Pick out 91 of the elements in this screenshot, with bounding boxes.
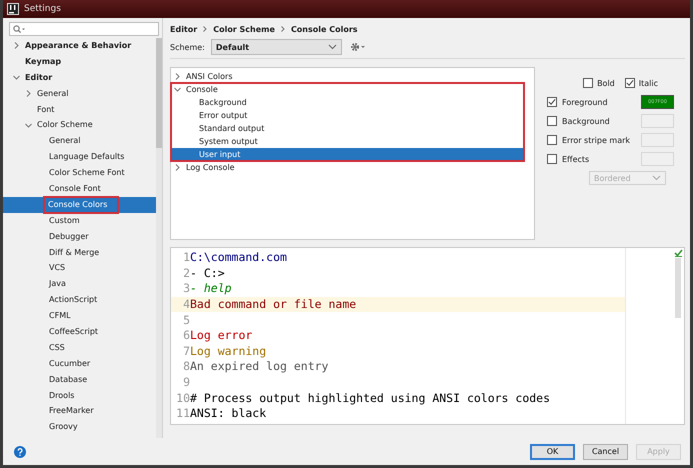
app-icon xyxy=(7,3,19,15)
code-line: Bad command or file name xyxy=(190,297,356,312)
sidebar-item[interactable]: Appearance & Behavior xyxy=(3,38,156,54)
tree-item[interactable]: Error output xyxy=(171,109,524,122)
checkbox[interactable] xyxy=(583,78,594,88)
search-icon xyxy=(13,24,25,34)
line-number: 11 xyxy=(175,406,190,422)
sidebar-item[interactable]: Language Defaults xyxy=(3,149,156,166)
gear-icon[interactable] xyxy=(350,42,366,52)
tree-item[interactable]: ANSI Colors xyxy=(171,70,534,83)
line-number: 6 xyxy=(182,328,190,344)
tree-item[interactable]: System output xyxy=(171,135,524,148)
tree-item[interactable]: Standard output xyxy=(171,122,524,135)
line-number: 1 xyxy=(182,250,190,266)
window-title: Settings xyxy=(24,4,61,14)
dialog-button[interactable]: Cancel xyxy=(583,444,628,460)
highlight-frame: Console Colors xyxy=(45,198,118,212)
sidebar-item[interactable]: General xyxy=(3,86,156,102)
code-line: An expired log entry xyxy=(190,359,328,374)
option-label: Italic xyxy=(638,78,658,88)
line-number: 10 xyxy=(175,390,190,406)
sidebar-item[interactable]: Font xyxy=(3,102,156,118)
breadcrumb[interactable]: Console Colors xyxy=(290,24,358,34)
dialog-button: Apply xyxy=(636,444,681,460)
chevron-icon xyxy=(280,26,285,32)
sidebar-item[interactable]: Database xyxy=(3,372,156,388)
sidebar-item[interactable]: Color Scheme Font xyxy=(3,165,156,182)
tree-item[interactable]: User input xyxy=(171,148,524,161)
checked-checkbox[interactable] xyxy=(624,78,635,88)
tree-item[interactable]: Console xyxy=(171,83,524,96)
color-swatch[interactable] xyxy=(641,114,674,128)
sidebar-item[interactable]: Diff & Merge xyxy=(3,244,156,260)
option-label: Error stripe mark xyxy=(562,136,632,144)
check-icon xyxy=(674,249,682,257)
caret-icon xyxy=(328,44,337,50)
code-line: Log warning xyxy=(190,344,266,359)
line-number: 4 xyxy=(182,297,190,312)
sidebar-item[interactable]: Keymap xyxy=(3,54,156,70)
scheme-dropdown[interactable]: Default xyxy=(210,39,342,55)
sidebar-item[interactable]: Console Colors xyxy=(3,196,156,213)
sidebar-item[interactable]: VCS xyxy=(3,260,156,276)
line-number: 7 xyxy=(182,344,190,359)
code-line: ANSI: black xyxy=(190,406,266,422)
sidebar-item[interactable]: Groovy xyxy=(3,419,156,436)
option-label: Bold xyxy=(597,78,615,88)
breadcrumb[interactable]: Editor xyxy=(170,24,198,34)
line-number: 3 xyxy=(182,281,190,296)
sidebar-item[interactable]: Color Scheme xyxy=(3,117,156,134)
color-swatch[interactable] xyxy=(641,133,674,147)
code-line: # Process output highlighted using ANSI colors codes xyxy=(190,390,550,406)
chevron-icon xyxy=(203,26,208,32)
sidebar-item[interactable]: Custom xyxy=(3,212,156,229)
sidebar-item[interactable]: Cucumber xyxy=(3,356,156,372)
sidebar-item[interactable]: ActionScript xyxy=(3,292,156,308)
checkbox[interactable] xyxy=(547,135,557,145)
option-label: Effects xyxy=(562,154,590,164)
sidebar-item[interactable]: CSS xyxy=(3,340,156,356)
line-number: 2 xyxy=(182,266,190,281)
sidebar-item[interactable]: Editor xyxy=(3,70,156,86)
line-number: 8 xyxy=(182,359,190,374)
tree-item[interactable]: Background xyxy=(171,96,524,109)
scheme-label: Scheme: xyxy=(170,42,205,52)
option-label: Background xyxy=(562,116,611,126)
sidebar-item[interactable]: Drools xyxy=(3,388,156,404)
sidebar-item[interactable]: Debugger xyxy=(3,228,156,245)
checkbox[interactable] xyxy=(547,116,557,126)
sidebar-item[interactable]: Java xyxy=(3,276,156,292)
code-line: - help xyxy=(190,281,232,296)
line-number: 9 xyxy=(182,375,190,390)
scrollbar[interactable] xyxy=(675,258,681,318)
line-number: 5 xyxy=(182,312,190,328)
sidebar-item[interactable]: General xyxy=(3,133,156,150)
checkbox[interactable] xyxy=(547,154,557,164)
effects-dropdown: Bordered xyxy=(589,171,666,185)
color-swatch[interactable] xyxy=(641,152,674,166)
code-line: Log error xyxy=(190,328,252,344)
help-icon[interactable] xyxy=(14,446,26,458)
sidebar-item[interactable]: Console Font xyxy=(3,181,156,197)
checked-checkbox[interactable] xyxy=(547,97,557,107)
breadcrumb[interactable]: Color Scheme xyxy=(213,24,275,34)
sidebar-item[interactable]: CFML xyxy=(3,308,156,324)
option-label: Foreground xyxy=(562,98,609,106)
code-line: C:\command.com xyxy=(190,250,287,266)
code-line: - C:> xyxy=(190,266,225,281)
sidebar-item[interactable]: CoffeeScript xyxy=(3,324,156,340)
search-field[interactable] xyxy=(9,22,159,36)
caret-icon xyxy=(652,175,661,181)
sidebar-item[interactable]: FreeMarker xyxy=(3,403,156,420)
tree-item[interactable]: Log Console xyxy=(171,161,534,174)
dialog-button[interactable]: OK xyxy=(530,444,575,460)
scrollbar[interactable] xyxy=(156,38,162,438)
